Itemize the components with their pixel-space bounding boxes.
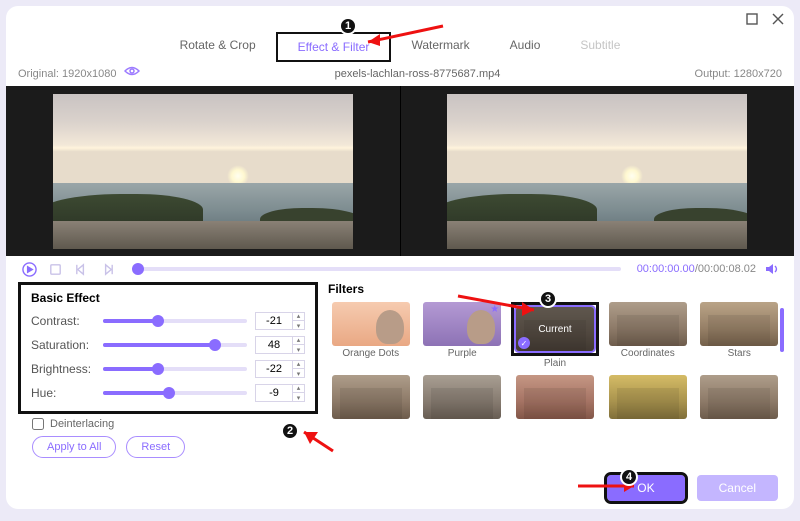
effect-value: -21 (256, 315, 292, 327)
filter-thumb[interactable] (516, 375, 594, 419)
cancel-button[interactable]: Cancel (697, 475, 778, 501)
annotation-badge-4: 4 (620, 468, 638, 486)
effect-slider[interactable] (103, 367, 247, 371)
filter-thumb[interactable] (700, 375, 778, 419)
spin-down-icon[interactable]: ▾ (292, 345, 304, 354)
filter-item[interactable]: Coordinates (605, 302, 691, 369)
effect-value: -9 (256, 387, 292, 399)
filter-thumb[interactable] (423, 375, 501, 419)
deinterlacing-row: Deinterlacing (18, 414, 318, 430)
output-label: Output: 1280x720 (695, 68, 782, 80)
app-window: Rotate & Crop Effect & Filter Watermark … (6, 6, 794, 509)
filter-thumb[interactable] (609, 302, 687, 346)
prev-frame-button[interactable] (72, 260, 90, 278)
spin-down-icon[interactable]: ▾ (292, 369, 304, 378)
filter-label: Purple (448, 348, 477, 359)
tab-audio[interactable]: Audio (490, 32, 561, 62)
original-label: Original: 1920x1080 (18, 68, 116, 80)
filter-item[interactable]: Stars (697, 302, 783, 369)
filter-item[interactable] (511, 375, 599, 421)
timeline-slider[interactable] (132, 267, 621, 271)
filter-item[interactable]: Orange Dots (328, 302, 414, 369)
stop-button[interactable] (46, 260, 64, 278)
filter-thumb[interactable] (700, 302, 778, 346)
spin-up-icon[interactable]: ▴ (292, 384, 304, 393)
effect-label: Saturation: (31, 338, 103, 352)
effect-label: Hue: (31, 386, 103, 400)
preview-output (400, 86, 795, 256)
info-bar: Original: 1920x1080 pexels-lachlan-ross-… (6, 62, 794, 86)
deinterlacing-label: Deinterlacing (50, 418, 114, 430)
tab-rotate-crop[interactable]: Rotate & Crop (160, 32, 276, 62)
playback-bar: 00:00:00.00/00:00:08.02 (6, 256, 794, 282)
effect-value-box[interactable]: -9 ▴ ▾ (255, 384, 305, 402)
deinterlacing-checkbox[interactable] (32, 418, 44, 430)
basic-effect-row: Contrast: -21 ▴ ▾ (31, 309, 305, 333)
filters-panel: Filters Orange Dots ★ Purple Current ✓ P… (328, 282, 782, 464)
filter-item[interactable] (605, 375, 691, 421)
basic-effect-row: Brightness: -22 ▴ ▾ (31, 357, 305, 381)
filter-thumb[interactable] (609, 375, 687, 419)
effect-slider[interactable] (103, 391, 247, 395)
filter-item[interactable] (328, 375, 414, 421)
basic-effect-panel: Basic Effect Contrast: -21 ▴ ▾ Saturatio… (18, 282, 318, 414)
basic-effect-heading: Basic Effect (31, 291, 305, 305)
effect-label: Brightness: (31, 362, 103, 376)
play-button[interactable] (20, 260, 38, 278)
effect-value-box[interactable]: -21 ▴ ▾ (255, 312, 305, 330)
spin-down-icon[interactable]: ▾ (292, 321, 304, 330)
filters-scrollbar[interactable] (780, 308, 784, 352)
filter-item[interactable] (420, 375, 506, 421)
filter-label: Plain (544, 358, 566, 369)
annotation-arrow-2 (298, 426, 338, 461)
filter-item[interactable] (697, 375, 783, 421)
basic-effect-row: Saturation: 48 ▴ ▾ (31, 333, 305, 357)
preview-original (6, 86, 400, 256)
lower-section: Basic Effect Contrast: -21 ▴ ▾ Saturatio… (6, 282, 794, 470)
effect-slider[interactable] (103, 319, 247, 323)
eye-icon[interactable] (124, 66, 140, 82)
annotation-arrow-1 (358, 22, 448, 57)
effect-value: 48 (256, 339, 292, 351)
filter-label: Orange Dots (342, 348, 399, 359)
annotation-badge-1: 1 (339, 17, 357, 35)
effect-value-box[interactable]: 48 ▴ ▾ (255, 336, 305, 354)
spin-down-icon[interactable]: ▾ (292, 393, 304, 402)
spin-up-icon[interactable]: ▴ (292, 336, 304, 345)
effect-value-box[interactable]: -22 ▴ ▾ (255, 360, 305, 378)
filename: pexels-lachlan-ross-8775687.mp4 (140, 68, 694, 80)
filter-label: Stars (728, 348, 751, 359)
next-frame-button[interactable] (98, 260, 116, 278)
filter-thumb[interactable] (332, 375, 410, 419)
preview-area (6, 86, 794, 256)
effect-label: Contrast: (31, 314, 103, 328)
maximize-icon[interactable] (746, 13, 758, 25)
close-icon[interactable] (772, 13, 784, 25)
annotation-badge-3: 3 (539, 290, 557, 308)
tab-subtitle: Subtitle (560, 32, 640, 62)
filter-label: Coordinates (621, 348, 675, 359)
check-icon: ✓ (518, 337, 530, 349)
annotation-arrow-3 (456, 292, 546, 323)
annotation-badge-2: 2 (281, 422, 299, 440)
effect-value: -22 (256, 363, 292, 375)
effect-slider[interactable] (103, 343, 247, 347)
spin-up-icon[interactable]: ▴ (292, 360, 304, 369)
spin-up-icon[interactable]: ▴ (292, 312, 304, 321)
apply-to-all-button[interactable]: Apply to All (32, 436, 116, 458)
filter-thumb[interactable] (332, 302, 410, 346)
basic-effect-row: Hue: -9 ▴ ▾ (31, 381, 305, 405)
time-display: 00:00:00.00/00:00:08.02 (637, 263, 756, 275)
volume-icon[interactable] (764, 261, 780, 277)
reset-button[interactable]: Reset (126, 436, 185, 458)
